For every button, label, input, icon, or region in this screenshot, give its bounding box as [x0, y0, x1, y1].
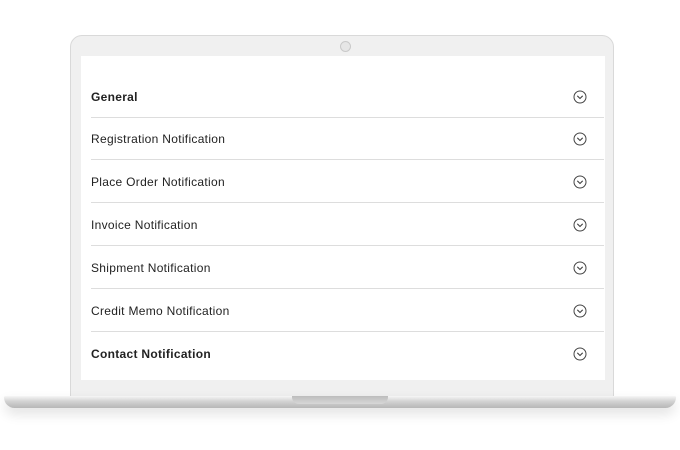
accordion-item-registration-notification[interactable]: Registration Notification — [91, 118, 604, 160]
chevron-down-circle-icon[interactable] — [573, 347, 587, 361]
webcam — [340, 41, 351, 52]
accordion-item-place-order-notification[interactable]: Place Order Notification — [91, 161, 604, 203]
accordion-item-label: Contact Notification — [91, 347, 211, 361]
accordion-item-label: Credit Memo Notification — [91, 303, 230, 318]
accordion-item-label: General — [91, 89, 138, 104]
laptop-notch — [292, 396, 388, 404]
chevron-down-circle-icon[interactable] — [573, 261, 587, 275]
chevron-down-circle-icon[interactable] — [573, 132, 587, 146]
accordion-item-invoice-notification[interactable]: Invoice Notification — [91, 204, 604, 246]
accordion-item-label: Shipment Notification — [91, 260, 211, 275]
accordion-item-label: Invoice Notification — [91, 217, 198, 232]
accordion-item-shipment-notification[interactable]: Shipment Notification — [91, 247, 604, 289]
chevron-down-circle-icon[interactable] — [573, 90, 587, 104]
accordion-item-credit-memo-notification[interactable]: Credit Memo Notification — [91, 290, 604, 332]
accordion-item-label: Place Order Notification — [91, 174, 225, 189]
accordion-item-general[interactable]: General — [91, 76, 604, 118]
accordion-item-label: Registration Notification — [91, 131, 226, 146]
laptop-screen: General Registration Notification Place … — [81, 56, 605, 380]
chevron-down-circle-icon[interactable] — [573, 218, 587, 232]
accordion-item-contact-notification[interactable]: Contact Notification — [91, 333, 604, 375]
chevron-down-circle-icon[interactable] — [573, 175, 587, 189]
chevron-down-circle-icon[interactable] — [573, 304, 587, 318]
